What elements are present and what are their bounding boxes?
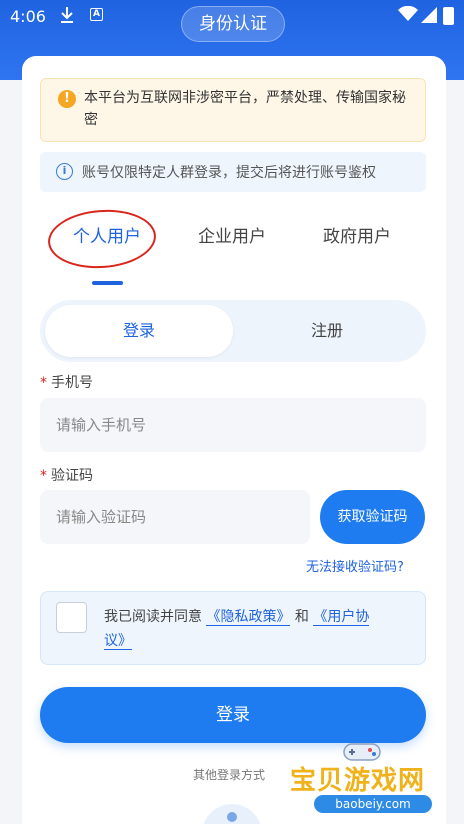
- code-label-text: 验证码: [51, 468, 93, 484]
- login-button[interactable]: 登录: [40, 687, 426, 743]
- watermark: 宝贝游戏网 baobeiy.com: [286, 740, 464, 824]
- info-icon: i: [56, 163, 73, 180]
- warning-text: 本平台为互联网非涉密平台，严禁处理、传输国家秘密: [84, 90, 406, 128]
- info-text: 账号仅限特定人群登录，提交后将进行账号鉴权: [82, 165, 376, 181]
- agreement-box: [40, 591, 426, 665]
- page-title: 身份认证: [181, 6, 285, 42]
- privacy-policy-link[interactable]: 《隐私政策》: [206, 609, 291, 626]
- agreement-text-line2: 议》: [104, 630, 132, 650]
- active-tab-indicator: [92, 281, 123, 285]
- phone-label: * 手机号: [40, 372, 93, 392]
- info-notice: i 账号仅限特定人群登录，提交后将进行账号鉴权: [40, 152, 426, 192]
- tab-personal-user[interactable]: 个人用户: [73, 222, 141, 247]
- agreement-checkbox[interactable]: [56, 602, 87, 633]
- watermark-text: 宝贝游戏网: [290, 766, 426, 796]
- text-a-icon: A: [90, 8, 103, 21]
- signal-icon: [420, 6, 438, 28]
- required-mark: *: [40, 375, 47, 391]
- watermark-url: baobeiy.com: [314, 795, 432, 813]
- get-code-button[interactable]: 获取验证码: [320, 490, 425, 544]
- mode-login-button[interactable]: 登录: [45, 305, 233, 357]
- agreement-text: 我已阅读并同意 《隐私政策》 和 《用户协: [104, 606, 370, 626]
- other-login-label: 其他登录方式: [193, 768, 266, 782]
- download-icon: [60, 6, 74, 28]
- user-agreement-link-cont[interactable]: 议》: [104, 633, 132, 650]
- mode-register-button[interactable]: 注册: [233, 305, 421, 357]
- required-mark: *: [40, 468, 47, 484]
- phone-label-text: 手机号: [51, 375, 93, 391]
- code-label: * 验证码: [40, 465, 93, 485]
- agreement-prefix: 我已阅读并同意: [104, 609, 202, 625]
- phone-input[interactable]: [40, 398, 426, 452]
- warning-icon: !: [58, 90, 76, 108]
- status-time: 4:06: [10, 7, 46, 26]
- warning-notice: ! 本平台为互联网非涉密平台，严禁处理、传输国家秘密: [40, 78, 426, 142]
- battery-icon: [443, 7, 454, 25]
- no-code-link[interactable]: 无法接收验证码?: [306, 556, 404, 575]
- verification-code-input[interactable]: [40, 490, 310, 544]
- agreement-and: 和: [294, 609, 309, 625]
- tab-enterprise-user[interactable]: 企业用户: [198, 222, 266, 247]
- wifi-icon: [398, 5, 418, 26]
- user-agreement-link[interactable]: 《用户协: [313, 609, 370, 626]
- tab-government-user[interactable]: 政府用户: [323, 222, 391, 247]
